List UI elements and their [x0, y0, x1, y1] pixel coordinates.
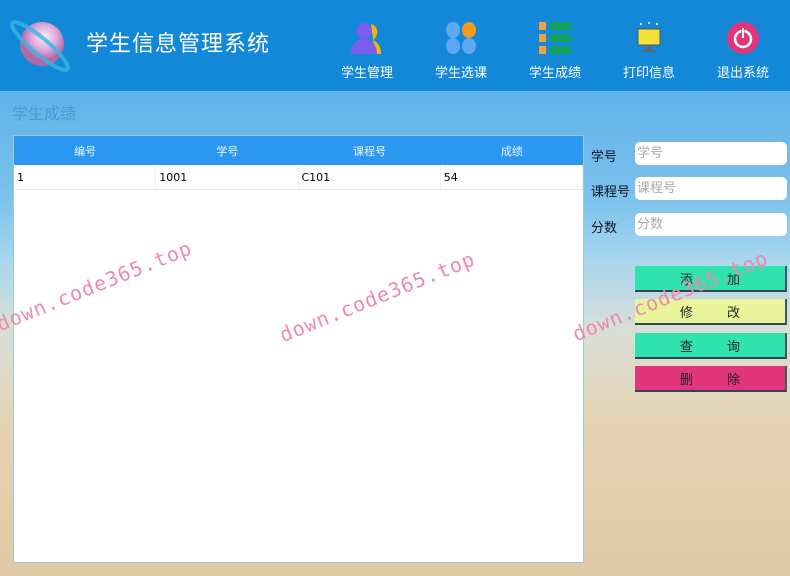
- nav-student-scores[interactable]: 学生成绩: [515, 20, 595, 81]
- list-icon: [539, 22, 571, 54]
- grid-icon: [446, 22, 476, 54]
- score-input[interactable]: [635, 213, 787, 236]
- student-id-label: 学号: [591, 150, 618, 165]
- nav-label: 学生成绩: [528, 66, 581, 81]
- column-header-id[interactable]: 编号: [14, 136, 156, 165]
- power-icon: [727, 22, 759, 54]
- course-id-input[interactable]: [635, 177, 787, 200]
- nav-label: 学生选课: [434, 66, 487, 81]
- planet-logo-icon: [10, 20, 71, 72]
- cell-course-id: C101: [299, 165, 441, 189]
- nav-exit-system[interactable]: 退出系统: [703, 20, 783, 81]
- edit-button[interactable]: 修 改: [635, 299, 787, 325]
- column-header-student-id[interactable]: 学号: [156, 136, 298, 165]
- nav-print-info[interactable]: 打印信息: [609, 20, 689, 81]
- header-bar: 学生信息管理系统 学生管理 学生选课 学生成绩 打印信息 退出系统: [0, 0, 790, 91]
- users-icon: [351, 23, 381, 54]
- scores-table[interactable]: 编号 学号 课程号 成绩 1 1001 C101 54: [13, 135, 584, 563]
- nav-label: 退出系统: [716, 66, 769, 81]
- app-title: 学生信息管理系统: [86, 32, 271, 57]
- score-label: 分数: [591, 221, 618, 236]
- query-button[interactable]: 查 询: [635, 333, 787, 359]
- watermark: down.code365.top: [569, 245, 772, 346]
- cell-score: 54: [441, 165, 583, 189]
- table-row[interactable]: 1 1001 C101 54: [14, 165, 583, 190]
- cell-student-id: 1001: [156, 165, 299, 189]
- cell-id: 1: [14, 165, 157, 189]
- add-button[interactable]: 添 加: [635, 266, 787, 292]
- student-id-input[interactable]: [635, 142, 787, 165]
- monitor-icon: [637, 22, 661, 52]
- nav-student-management[interactable]: 学生管理: [327, 20, 407, 81]
- column-header-course-id[interactable]: 课程号: [299, 136, 441, 165]
- nav-label: 学生管理: [340, 66, 393, 81]
- course-id-label: 课程号: [591, 185, 631, 200]
- delete-button[interactable]: 删 除: [635, 366, 787, 392]
- nav-label: 打印信息: [622, 66, 675, 81]
- column-header-score[interactable]: 成绩: [441, 136, 583, 165]
- table-header: 编号 学号 课程号 成绩: [14, 136, 583, 165]
- nav-course-selection[interactable]: 学生选课: [421, 20, 501, 81]
- page-title: 学生成绩: [12, 104, 77, 123]
